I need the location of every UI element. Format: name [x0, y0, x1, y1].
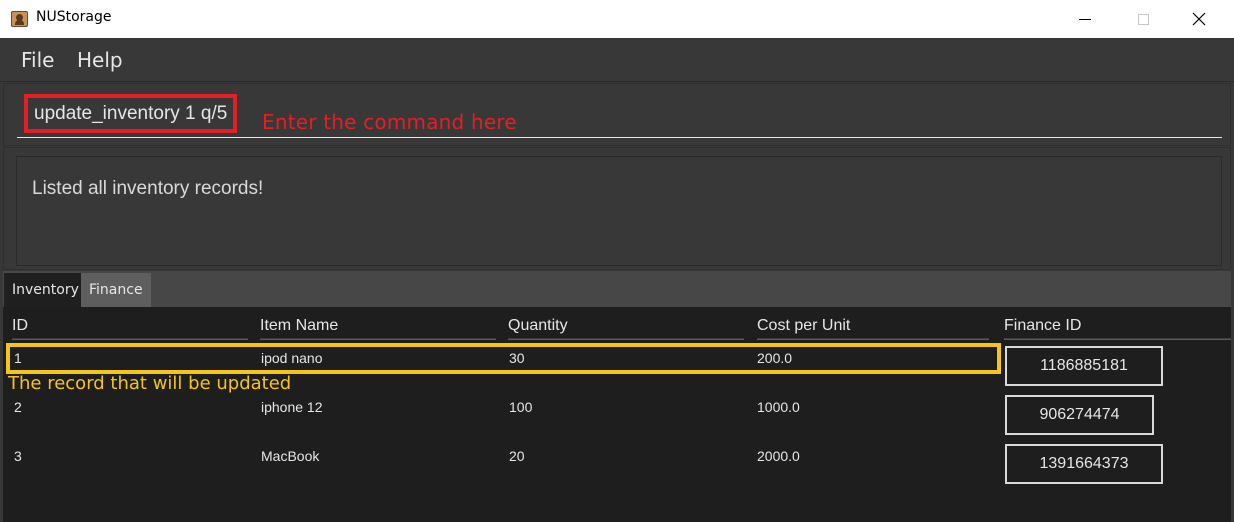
minimize-button[interactable]: [1062, 0, 1108, 38]
cell-id: 2: [14, 399, 22, 415]
tab-bar: Inventory Finance: [3, 271, 1231, 307]
command-annotation: Enter the command here: [262, 110, 517, 134]
result-text: Listed all inventory records!: [32, 178, 264, 199]
record-annotation: The record that will be updated: [8, 373, 292, 394]
inventory-table: ID Item Name Quantity Cost per Unit Fina…: [3, 307, 1231, 522]
command-pane: update_inventory 1 q/5: [3, 83, 1231, 146]
close-button[interactable]: [1176, 0, 1222, 38]
column-header-cost-per-unit[interactable]: Cost per Unit: [757, 317, 850, 335]
column-divider: [508, 338, 744, 340]
app-icon: [11, 11, 28, 27]
result-display: Listed all inventory records!: [16, 156, 1222, 266]
column-header-finance-id[interactable]: Finance ID: [1004, 317, 1081, 335]
tab-finance[interactable]: Finance: [81, 273, 151, 307]
close-icon: [1192, 12, 1206, 26]
maximize-icon: [1137, 13, 1149, 25]
column-divider: [1004, 338, 1231, 340]
result-pane: Listed all inventory records!: [3, 147, 1231, 270]
column-divider: [12, 338, 248, 340]
cell-cost: 2000.0: [757, 448, 800, 464]
cell-finance-id: 906274474: [1005, 395, 1154, 435]
highlight-box: [6, 343, 1001, 374]
column-header-id[interactable]: ID: [12, 317, 28, 335]
cell-item-name: iphone 12: [261, 399, 323, 415]
column-divider: [757, 338, 989, 340]
cell-quantity: 100: [509, 399, 533, 415]
window-title: NUStorage: [36, 9, 112, 25]
cell-quantity: 20: [509, 448, 525, 464]
cell-cost: 1000.0: [757, 399, 800, 415]
menu-file[interactable]: File: [21, 48, 54, 72]
column-header-quantity[interactable]: Quantity: [508, 317, 568, 335]
command-input-value: update_inventory 1 q/5: [24, 94, 238, 133]
maximize-button[interactable]: [1120, 0, 1166, 38]
menu-bar: File Help: [0, 38, 1234, 82]
cell-finance-id: 1186885181: [1005, 346, 1163, 386]
tab-inventory[interactable]: Inventory: [4, 273, 87, 307]
title-bar: NUStorage: [0, 0, 1234, 38]
minimize-icon: [1079, 18, 1091, 20]
column-divider: [260, 338, 496, 340]
column-header-item-name[interactable]: Item Name: [260, 317, 338, 335]
cell-id: 3: [14, 448, 22, 464]
menu-help[interactable]: Help: [77, 48, 123, 72]
cell-finance-id: 1391664373: [1005, 444, 1163, 484]
cell-item-name: MacBook: [261, 448, 320, 464]
